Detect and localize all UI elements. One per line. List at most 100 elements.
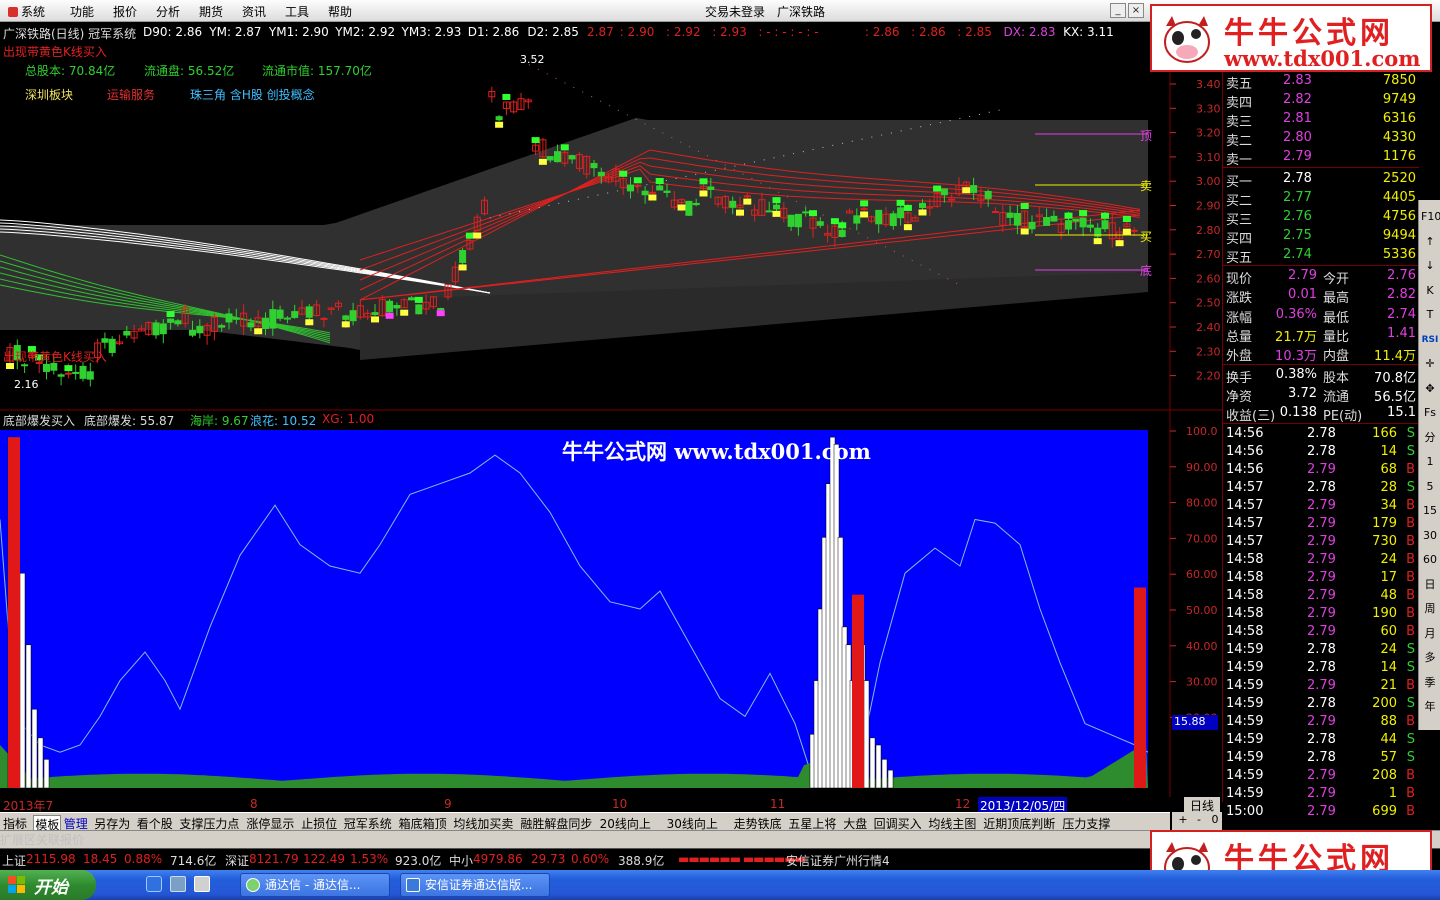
toolbar-button-15[interactable]: 日 — [1421, 576, 1439, 594]
toolbar-button-0[interactable]: F10 — [1421, 208, 1440, 226]
menu-quote[interactable]: 报价 — [113, 3, 137, 20]
stat-row: 涨幅 0.36% 最低 2.74 — [1223, 306, 1419, 326]
order-price: 2.78 — [1283, 171, 1312, 186]
indicator-value: : 2.93 — [712, 25, 747, 39]
stat-value-1: 0.38% — [1275, 366, 1317, 382]
tick-price: 2.79 — [1307, 606, 1336, 622]
zoom-button-0[interactable]: + — [1176, 813, 1190, 827]
tick-row: 14:59 2.78 24 S — [1223, 642, 1419, 660]
tick-row: 14:57 2.79 179 B — [1223, 516, 1419, 534]
stat-row: 净资 3.72 流通 56.5亿 — [1223, 385, 1419, 405]
minimize-button[interactable]: _ — [1110, 3, 1126, 18]
tick-side: S — [1406, 642, 1415, 658]
toolbar-button-5[interactable]: RSI — [1421, 331, 1439, 349]
sector-transport[interactable]: 运输服务 — [107, 86, 155, 103]
toolbar-button-11[interactable]: 5 — [1421, 478, 1439, 496]
toolbar-button-18[interactable]: 多 — [1421, 649, 1439, 667]
sz-change: 122.49 — [303, 852, 345, 866]
sh-amount: 714.6亿 — [170, 854, 217, 868]
toolbar-button-1[interactable]: ↑ — [1421, 233, 1439, 251]
order-price: 2.75 — [1283, 228, 1312, 243]
tdx-app-icon — [246, 878, 260, 892]
zoom-button-1[interactable]: - — [1192, 813, 1206, 827]
login-status[interactable]: 交易未登录 — [705, 3, 765, 20]
tick-price: 2.79 — [1307, 534, 1336, 550]
bid-row[interactable]: 买四 2.75 9494 — [1223, 227, 1419, 247]
toolbar-button-3[interactable]: K — [1421, 282, 1439, 300]
toolbar-button-9[interactable]: 分 — [1421, 429, 1439, 447]
toolbar-button-2[interactable]: ↓ — [1421, 257, 1439, 275]
toolbar-button-6[interactable]: ✛ — [1421, 355, 1439, 373]
ask-row[interactable]: 卖一 2.79 1176 — [1223, 148, 1419, 168]
windows-flag-icon — [8, 876, 26, 894]
tick-side: S — [1406, 696, 1415, 712]
menu-function[interactable]: 功能 — [70, 3, 94, 20]
ask-row[interactable]: 卖三 2.81 6316 — [1223, 110, 1419, 130]
sub-tick-label: 90.00 — [1186, 461, 1218, 474]
stat-label-2: 最低 — [1323, 310, 1350, 326]
bid-row[interactable]: 买五 2.74 5336 — [1223, 246, 1419, 266]
tick-time: 15:00 — [1226, 804, 1264, 820]
extension-tab[interactable]: 扩展区 — [0, 833, 36, 847]
menu-info[interactable]: 资讯 — [242, 3, 266, 20]
toolbar-button-12[interactable]: 15 — [1421, 502, 1439, 520]
close-button[interactable]: × — [1128, 3, 1144, 18]
price-tick-label: 2.70 — [1196, 248, 1221, 261]
tick-volume: 21 — [1380, 678, 1397, 694]
start-button[interactable]: 开始 — [0, 870, 96, 900]
quicklaunch-ie-icon[interactable] — [146, 876, 162, 892]
price-tick-label: 3.10 — [1196, 151, 1221, 164]
sector-concepts[interactable]: 珠三角 含H股 创投概念 — [190, 86, 315, 103]
toolbar-button-20[interactable]: 年 — [1421, 698, 1439, 716]
toolbar-button-7[interactable]: ✥ — [1421, 380, 1439, 398]
menu-futures[interactable]: 期货 — [199, 3, 223, 20]
menu-tools[interactable]: 工具 — [285, 3, 309, 20]
toolbar-button-19[interactable]: 季 — [1421, 674, 1439, 692]
tick-side: B — [1406, 678, 1415, 694]
stat-label-1: 涨跌 — [1226, 291, 1253, 307]
zoom-button-2[interactable]: 0 — [1208, 813, 1222, 827]
bottom-signal-text: 出现带黄色K线买入 — [3, 350, 107, 364]
order-level-name: 卖二 — [1226, 134, 1253, 149]
sector-shenzhen[interactable]: 深圳板块 — [25, 86, 73, 103]
sub-tick-label: 80.00 — [1186, 497, 1218, 510]
ask-row[interactable]: 卖五 2.83 7850 — [1223, 72, 1419, 92]
extension-tab[interactable]: 关联报价 — [36, 833, 84, 847]
menu-analysis[interactable]: 分析 — [156, 3, 180, 20]
tick-volume: 699 — [1372, 804, 1397, 820]
taskbar-item-anxin[interactable]: 安信证券通达信版... — [400, 873, 550, 897]
menu-system[interactable]: 系统 — [8, 3, 45, 20]
sz-value: 8121.79 — [249, 852, 299, 866]
tick-volume: 179 — [1372, 516, 1397, 532]
tick-row: 14:56 2.78 14 S — [1223, 444, 1419, 462]
tick-volume: 24 — [1380, 642, 1397, 658]
toolbar-button-14[interactable]: 60 — [1421, 551, 1439, 569]
toolbar-button-8[interactable]: Fs — [1421, 404, 1439, 422]
period-label[interactable]: 日线 — [1184, 797, 1220, 813]
quicklaunch-app-icon[interactable] — [194, 876, 210, 892]
stats-divider — [1223, 265, 1419, 266]
toolbar-button-10[interactable]: 1 — [1421, 453, 1439, 471]
ask-row[interactable]: 卖二 2.80 4330 — [1223, 129, 1419, 149]
price-tick-label: 2.90 — [1196, 200, 1221, 213]
sh-change: 18.45 — [83, 852, 118, 866]
ask-row[interactable]: 卖四 2.82 9749 — [1223, 91, 1419, 111]
sub-tick-label: 60.00 — [1186, 568, 1218, 581]
toolbar-button-17[interactable]: 月 — [1421, 625, 1439, 643]
toolbar-button-13[interactable]: 30 — [1421, 527, 1439, 545]
toolbar-button-16[interactable]: 周 — [1421, 600, 1439, 618]
menu-help[interactable]: 帮助 — [328, 3, 352, 20]
tick-price: 2.79 — [1307, 462, 1336, 478]
bid-row[interactable]: 买三 2.76 4756 — [1223, 208, 1419, 228]
bid-row[interactable]: 买一 2.78 2520 — [1223, 170, 1419, 190]
haian-value: 海岸: 9.67 — [190, 414, 249, 428]
chart-area[interactable]: 3.40 3.30 3.20 3.10 3.00 2.90 2.80 2.70 2.60 2.50… — [0, 22, 1222, 797]
bid-row[interactable]: 买二 2.77 4405 — [1223, 189, 1419, 209]
zone-buy-label: 买 — [1140, 230, 1153, 244]
tick-price: 2.78 — [1307, 732, 1336, 748]
tick-price: 2.79 — [1307, 570, 1336, 586]
toolbar-button-4[interactable]: T — [1421, 306, 1439, 324]
price-tick-label: 2.20 — [1196, 370, 1221, 383]
taskbar-item-tdx[interactable]: 通达信 - 通达信... — [240, 873, 390, 897]
quicklaunch-desktop-icon[interactable] — [170, 876, 186, 892]
